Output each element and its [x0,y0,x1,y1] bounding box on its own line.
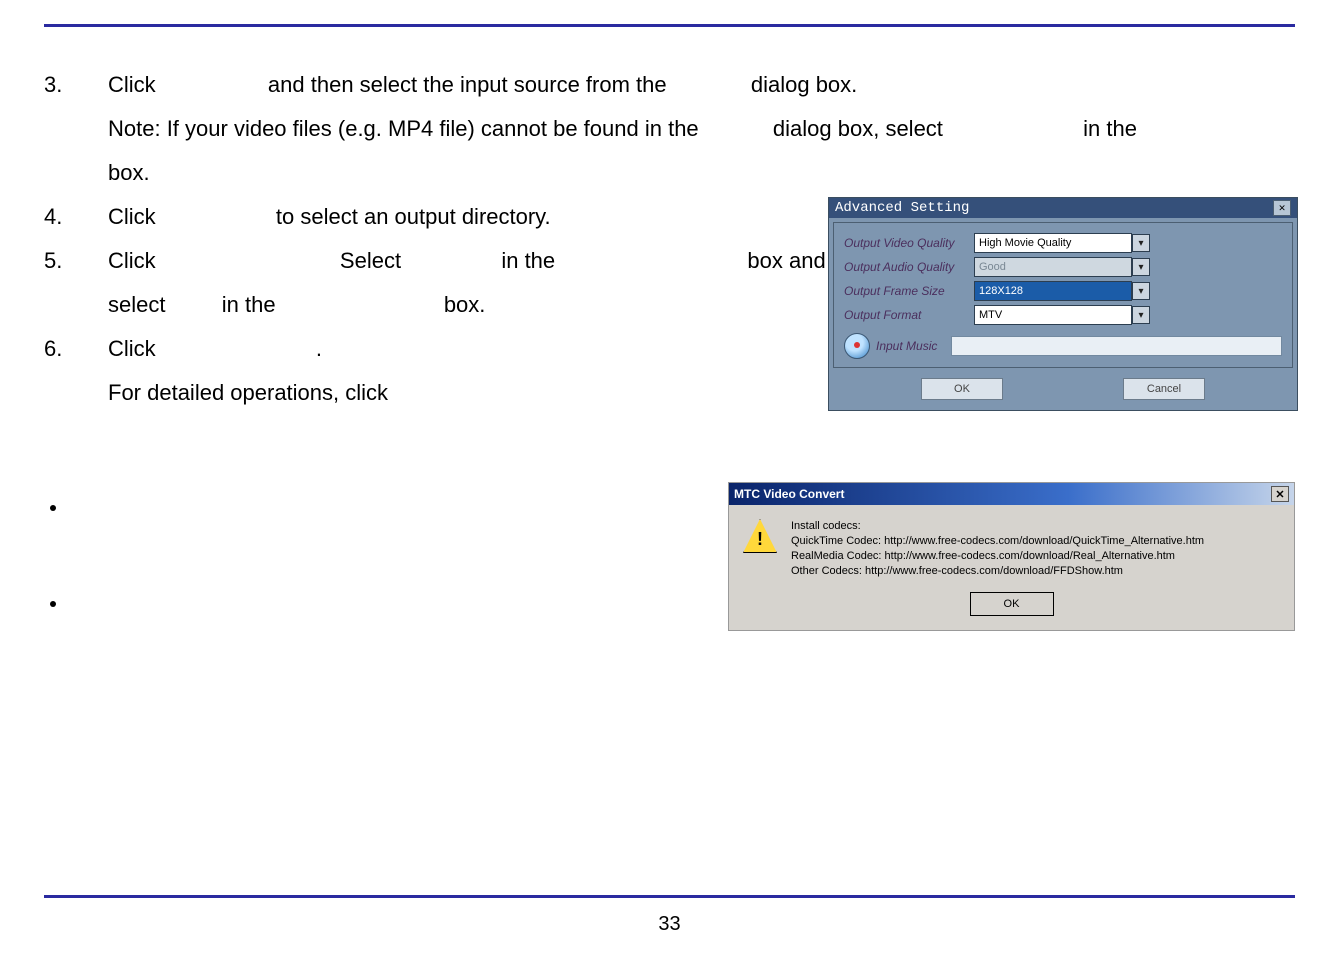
page-number: 33 [0,913,1339,936]
step-4-a: Click [108,204,156,229]
bottom-rule [44,895,1295,898]
ok-button[interactable]: OK [921,378,1003,400]
step-6-num: 6. [44,327,108,371]
close-icon[interactable]: ✕ [1273,200,1291,216]
label-input-music: Input Music [876,339,937,353]
mtc-line1: QuickTime Codec: http://www.free-codecs.… [791,534,1204,549]
step-5b-a: select [108,292,165,317]
step-5-num: 5. [44,239,108,283]
mtc-heading: Install codecs: [791,519,1204,534]
step-5-c: in the [501,248,555,273]
step-5b-b: in the [222,292,276,317]
step-5-b: Select [340,248,401,273]
select-output-audio-quality[interactable]: Good [974,257,1132,277]
select-output-video-quality[interactable]: High Movie Quality [974,233,1132,253]
bullet-icon [50,505,56,511]
mtc-titlebar: MTC Video Convert ✕ [729,483,1294,505]
row-input-music: Input Music [844,333,1282,359]
mtc-title: MTC Video Convert [734,487,844,501]
row-output-video-quality: Output Video Quality High Movie Quality … [844,233,1282,253]
mtc-line3: Other Codecs: http://www.free-codecs.com… [791,564,1204,579]
step-6b-a: For detailed operations, click [108,380,388,405]
step-6-a: Click [108,336,156,361]
step-3-note-a: Note: If your video files (e.g. MP4 file… [108,116,699,141]
mtc-line2: RealMedia Codec: http://www.free-codecs.… [791,549,1204,564]
step-3-num: 3. [44,63,108,107]
step-6-b: . [316,336,322,361]
step-5-d: box and [747,248,825,273]
select-output-format[interactable]: MTV [974,305,1132,325]
step-5-a: Click [108,248,156,273]
chevron-down-icon[interactable]: ▾ [1132,282,1150,300]
mtc-message: Install codecs: QuickTime Codec: http://… [791,519,1204,578]
step-3: 3. Click and then select the input sourc… [44,63,1295,107]
row-output-format: Output Format MTV ▾ [844,305,1282,325]
step-3-mid: and then select the input source from th… [268,72,667,97]
top-rule [44,24,1295,27]
row-output-audio-quality: Output Audio Quality Good ▾ [844,257,1282,277]
step-4-b: to select an output directory. [276,204,551,229]
step-3-end: dialog box. [751,72,857,97]
label-output-frame-size: Output Frame Size [844,284,974,298]
step-5b-c: box. [444,292,486,317]
input-music-field[interactable] [951,336,1282,356]
chevron-down-icon[interactable]: ▾ [1132,234,1150,252]
step-3-note-b: dialog box, select [773,116,943,141]
step-3-click: Click [108,72,156,97]
step-3-note-d: box. [108,160,150,185]
advanced-setting-dialog: Advanced Setting ✕ Output Video Quality … [828,197,1298,411]
step-4-num: 4. [44,195,108,239]
warning-icon [743,519,777,553]
chevron-down-icon[interactable]: ▾ [1132,258,1150,276]
step-3-note: Note: If your video files (e.g. MP4 file… [44,107,1295,195]
ok-button[interactable]: OK [970,592,1054,616]
row-output-frame-size: Output Frame Size 128X128 ▾ [844,281,1282,301]
select-output-frame-size[interactable]: 128X128 [974,281,1132,301]
advanced-setting-title: Advanced Setting [835,200,969,216]
advanced-setting-titlebar: Advanced Setting ✕ [829,198,1297,218]
bullet-icon [50,601,56,607]
mtc-video-convert-dialog: MTC Video Convert ✕ Install codecs: Quic… [728,482,1295,631]
chevron-down-icon[interactable]: ▾ [1132,306,1150,324]
step-3-note-c: in the [1083,116,1137,141]
label-output-audio-quality: Output Audio Quality [844,260,974,274]
music-icon[interactable] [844,333,870,359]
close-icon[interactable]: ✕ [1271,486,1289,502]
cancel-button[interactable]: Cancel [1123,378,1205,400]
label-output-format: Output Format [844,308,974,322]
label-output-video-quality: Output Video Quality [844,236,974,250]
